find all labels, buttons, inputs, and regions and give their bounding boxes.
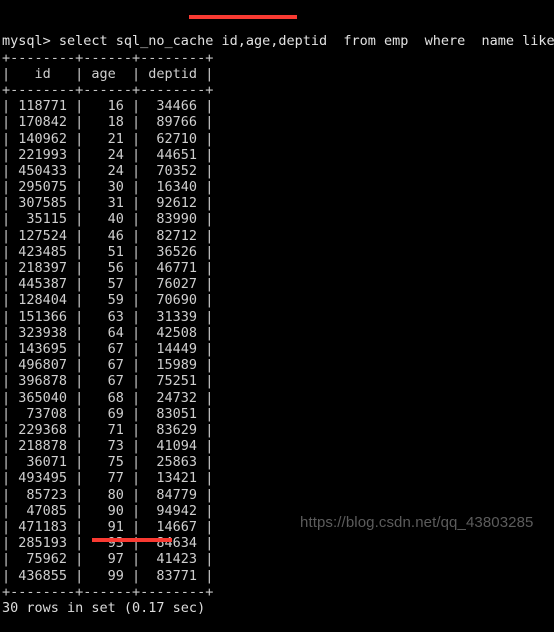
table-row: | 128404 | 59 | 70690 |	[2, 292, 214, 309]
table-row: | 151366 | 63 | 31339 |	[2, 308, 214, 325]
table-header-row: | id | age | deptid |	[2, 65, 214, 82]
table-row: | 295075 | 30 | 16340 |	[2, 179, 214, 196]
table-row: | 323938 | 64 | 42508 |	[2, 324, 214, 341]
table-row: | 493495 | 77 | 13421 |	[2, 470, 214, 487]
table-row: | 423485 | 51 | 36526 |	[2, 243, 214, 260]
table-row: | 436855 | 99 | 83771 |	[2, 567, 214, 584]
result-summary: 30 rows in set (0.17 sec)	[2, 599, 206, 616]
command-line: mysql> select sql_no_cache id,age,deptid…	[2, 33, 554, 50]
red-underline-columns	[189, 15, 297, 19]
table-row: | 35115 | 40 | 83990 |	[2, 211, 214, 228]
red-underline-query-time	[92, 538, 172, 542]
table-row: | 396878 | 67 | 75251 |	[2, 373, 214, 390]
table-row: | 118771 | 16 | 34466 |	[2, 98, 214, 115]
table-row: | 75962 | 97 | 41423 |	[2, 551, 214, 568]
table-row: | 36071 | 75 | 25863 |	[2, 454, 214, 471]
watermark-text: https://blog.csdn.net/qq_43803285	[300, 514, 534, 531]
table-row: | 450433 | 24 | 70352 |	[2, 162, 214, 179]
table-row: | 307585 | 31 | 92612 |	[2, 195, 214, 212]
table-row: | 365040 | 68 | 24732 |	[2, 389, 214, 406]
table-row: | 140962 | 21 | 62710 |	[2, 130, 214, 147]
terminal-window[interactable]: mysql> select sql_no_cache id,age,deptid…	[0, 0, 554, 616]
table-separator-top: +--------+------+--------+	[2, 49, 214, 66]
table-row: | 218397 | 56 | 46771 |	[2, 260, 214, 277]
table-row: | 127524 | 46 | 82712 |	[2, 227, 214, 244]
table-row: | 73708 | 69 | 83051 |	[2, 405, 214, 422]
table-row: | 218878 | 73 | 41094 |	[2, 438, 214, 455]
table-row: | 221993 | 24 | 44651 |	[2, 146, 214, 163]
table-separator-bottom: +--------+------+--------+	[2, 583, 214, 600]
table-separator-header: +--------+------+--------+	[2, 81, 214, 98]
table-row: | 85723 | 80 | 84779 |	[2, 486, 214, 503]
table-row: | 229368 | 71 | 83629 |	[2, 421, 214, 438]
table-row: | 496807 | 67 | 15989 |	[2, 357, 214, 374]
table-row: | 143695 | 67 | 14449 |	[2, 340, 214, 357]
table-row: | 170842 | 18 | 89766 |	[2, 114, 214, 131]
table-row: | 445387 | 57 | 76027 |	[2, 276, 214, 293]
